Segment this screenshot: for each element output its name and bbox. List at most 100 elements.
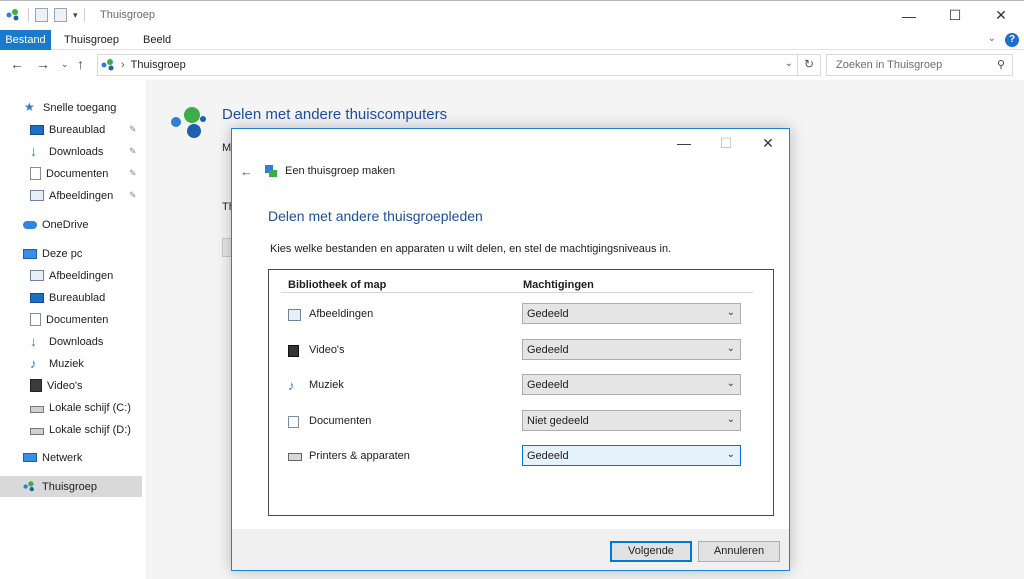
up-arrow-icon[interactable]: ↑ (77, 56, 84, 72)
sidebar-item-this-pc[interactable]: Deze pc (23, 243, 82, 264)
dialog-maximize-button: ☐ (719, 134, 733, 151)
sidebar-item-pc-downloads[interactable]: ↓ Downloads (30, 331, 103, 352)
music-note-icon: ♪ (30, 356, 37, 371)
new-folder-icon[interactable] (54, 8, 67, 22)
customize-toolbar-dropdown[interactable]: ▾ (73, 10, 78, 21)
sidebar-item-homegroup[interactable]: Thuisgroep (0, 476, 142, 497)
tab-thuisgroep[interactable]: Thuisgroep (64, 30, 119, 50)
sharing-table: Bibliotheek of map Machtigingen Afbeeldi… (268, 269, 774, 516)
page-title: Delen met andere thuiscomputers (222, 106, 448, 123)
drive-icon (30, 406, 44, 413)
dialog-heading: Delen met andere thuisgroepleden (268, 208, 483, 224)
sidebar-item-drive-c[interactable]: Lokale schijf (C:) (30, 397, 131, 418)
dialog-close-button[interactable]: ✕ (747, 129, 789, 157)
music-icon: ♪ (288, 378, 295, 393)
window-controls: — ☐ ✕ (886, 1, 1024, 30)
homegroup-wizard-icon (265, 165, 277, 177)
permission-dropdown[interactable]: Gedeeld ⌄ (522, 339, 741, 360)
star-icon: ★ (24, 100, 35, 114)
header-divider (281, 292, 753, 293)
sidebar-item-quick-access[interactable]: ★ Snelle toegang (24, 97, 116, 118)
minimize-button[interactable]: — (886, 1, 932, 30)
row-label: Printers & apparaten (309, 450, 410, 462)
printer-icon (288, 453, 302, 461)
create-homegroup-dialog: — ☐ ✕ ← Een thuisgroep maken Delen met a… (231, 128, 790, 571)
table-row: Documenten Niet gedeeld ⌄ (269, 410, 773, 434)
refresh-icon[interactable]: ↻ (804, 57, 814, 71)
table-row: Afbeeldingen Gedeeld ⌄ (269, 303, 773, 327)
address-bar[interactable]: › Thuisgroep ⌄ ↻ (97, 54, 821, 76)
sidebar-item-pc-videos[interactable]: Video's (30, 375, 83, 396)
column-header-permissions: Machtigingen (523, 279, 594, 291)
sidebar-item-pc-music[interactable]: ♪ Muziek (30, 353, 84, 374)
permission-dropdown[interactable]: Gedeeld ⌄ (522, 445, 741, 466)
cloud-icon (23, 220, 37, 229)
desktop-icon (30, 292, 44, 303)
sidebar-item-desktop[interactable]: Bureaublad ✎ (30, 119, 146, 140)
documents-icon (288, 416, 299, 428)
address-dropdown-icon[interactable]: ⌄ (785, 58, 793, 69)
sidebar-item-drive-d[interactable]: Lokale schijf (D:) (30, 419, 131, 440)
search-icon[interactable]: ⚲ (997, 58, 1005, 71)
properties-icon[interactable] (35, 8, 48, 22)
pictures-icon (288, 309, 301, 321)
pin-icon: ✎ (129, 146, 137, 156)
sidebar-item-documents[interactable]: Documenten ✎ (30, 163, 146, 184)
document-icon (30, 313, 41, 326)
tab-bestand[interactable]: Bestand (0, 30, 51, 50)
toolbar-separator (83, 8, 85, 22)
sidebar-item-pc-pictures[interactable]: Afbeeldingen (30, 265, 113, 286)
forward-arrow-icon[interactable]: → (36, 56, 50, 72)
sidebar-item-network[interactable]: Netwerk (23, 447, 82, 468)
navigation-pane: ★ Snelle toegang Bureaublad ✎ ↓ Downloads ✎ … (0, 80, 146, 579)
breadcrumb-chevron-icon[interactable]: › (121, 59, 125, 71)
homegroup-icon (101, 59, 114, 71)
pin-icon: ✎ (129, 168, 137, 178)
sidebar-item-pictures[interactable]: Afbeeldingen ✎ (30, 185, 146, 206)
search-input[interactable] (827, 55, 987, 75)
cancel-button[interactable]: Annuleren (698, 541, 780, 562)
table-row: Video's Gedeeld ⌄ (269, 339, 773, 363)
back-arrow-icon[interactable]: ← (10, 56, 24, 72)
maximize-button[interactable]: ☐ (932, 1, 978, 30)
chevron-down-icon: ⌄ (726, 414, 735, 425)
dialog-title: Een thuisgroep maken (285, 165, 396, 177)
dialog-window-controls: — ☐ ✕ (663, 129, 789, 157)
next-button[interactable]: Volgende (610, 541, 692, 562)
homegroup-icon (23, 481, 34, 492)
permission-dropdown[interactable]: Gedeeld ⌄ (522, 303, 741, 324)
table-row: Printers & apparaten Gedeeld ⌄ (269, 445, 773, 469)
toolbar-separator (28, 8, 29, 22)
breadcrumb[interactable]: Thuisgroep (131, 59, 186, 71)
sidebar-item-onedrive[interactable]: OneDrive (23, 214, 88, 235)
close-button[interactable]: ✕ (978, 1, 1024, 30)
window-title: Thuisgroep (100, 9, 156, 21)
sidebar-item-pc-desktop[interactable]: Bureaublad (30, 287, 105, 308)
dialog-minimize-button[interactable]: — (663, 129, 705, 157)
address-toolbar: ← → ⌄ ↑ › Thuisgroep ⌄ ↻ ⚲ (0, 51, 1024, 79)
recent-locations-chevron-icon[interactable]: ⌄ (61, 59, 69, 70)
permission-dropdown[interactable]: Gedeeld ⌄ (522, 374, 741, 395)
sidebar-item-downloads[interactable]: ↓ Downloads ✎ (30, 141, 146, 162)
chevron-down-icon: ⌄ (726, 378, 735, 389)
videos-icon (288, 345, 299, 357)
help-icon[interactable]: ? (1005, 33, 1019, 47)
permission-dropdown[interactable]: Niet gedeeld ⌄ (522, 410, 741, 431)
download-arrow-icon: ↓ (30, 143, 37, 159)
download-arrow-icon: ↓ (30, 333, 37, 349)
homegroup-large-icon (171, 107, 206, 138)
pin-icon: ✎ (129, 190, 137, 200)
quick-access-toolbar: ▾ (6, 8, 85, 22)
title-bar: ▾ Thuisgroep — ☐ ✕ (0, 0, 1024, 30)
search-box[interactable]: ⚲ (826, 54, 1013, 76)
network-icon (23, 453, 37, 462)
chevron-down-icon: ⌄ (726, 449, 735, 460)
tab-beeld[interactable]: Beeld (143, 30, 171, 50)
sidebar-item-pc-documents[interactable]: Documenten (30, 309, 108, 330)
document-icon (30, 167, 41, 180)
chevron-down-icon: ⌄ (726, 343, 735, 354)
expand-ribbon-chevron-icon[interactable]: ⌄ (988, 33, 996, 44)
row-label: Muziek (309, 379, 344, 391)
back-arrow-icon[interactable]: ← (240, 164, 253, 179)
chevron-down-icon: ⌄ (726, 307, 735, 318)
